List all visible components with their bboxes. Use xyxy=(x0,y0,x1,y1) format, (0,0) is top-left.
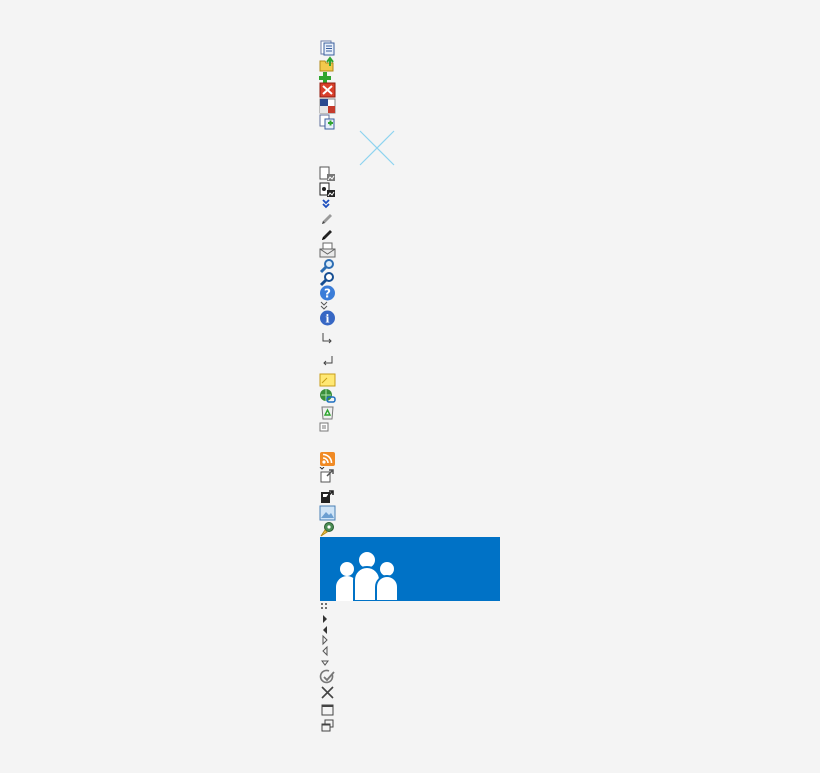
rss-icon xyxy=(319,451,336,467)
export-light-icon xyxy=(319,467,336,483)
svg-text:i: i xyxy=(325,313,329,326)
maximize-icon xyxy=(319,702,336,718)
pencil-dark-icon xyxy=(319,227,336,243)
restore-icon xyxy=(319,718,336,734)
export-dark-icon xyxy=(319,488,336,504)
copy-document-icon xyxy=(319,114,336,130)
flag-icon xyxy=(319,98,336,114)
document-settings-dark-icon xyxy=(319,182,336,198)
document-settings-icon xyxy=(319,166,336,182)
web-link-icon xyxy=(319,388,336,404)
upload-document-icon xyxy=(319,56,336,72)
close-icon xyxy=(319,685,336,701)
check-circle-icon xyxy=(319,669,336,685)
help-icon: ? xyxy=(319,285,336,301)
return-arrow-icon xyxy=(319,353,336,369)
icon-sprite-sheet: ? i xyxy=(0,0,820,773)
small-square-icon xyxy=(319,422,336,438)
indent-arrow-icon xyxy=(319,331,336,347)
broken-image-icon xyxy=(358,130,396,166)
new-document-icon xyxy=(319,40,336,56)
note-icon xyxy=(319,372,336,388)
recycle-icon xyxy=(319,404,336,420)
svg-text:?: ? xyxy=(324,287,331,301)
delete-icon xyxy=(319,82,336,98)
email-document-icon xyxy=(319,242,336,258)
pencil-light-icon xyxy=(319,211,336,227)
people-group-icon xyxy=(320,537,500,601)
image-icon xyxy=(319,505,336,521)
info-icon: i xyxy=(319,310,336,326)
settings-gear-icon xyxy=(319,521,336,537)
